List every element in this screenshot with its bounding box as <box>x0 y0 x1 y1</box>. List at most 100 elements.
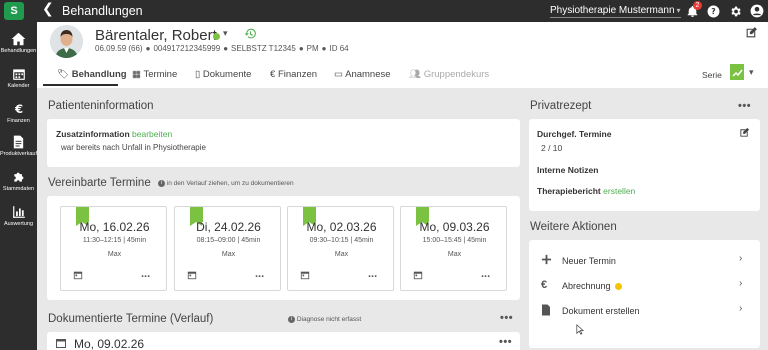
appointment-card[interactable]: Mo, 16.02.26 11:30–12:15 | 45min Max ... <box>60 206 167 291</box>
sidebar-item-label: Auswertung <box>3 221 34 227</box>
appointment-time: 11:30–12:15 | 45min <box>82 237 147 244</box>
status-indicator[interactable] <box>213 33 220 40</box>
patientinfo-title: Patienteninformation <box>48 100 154 112</box>
sidebar-item-label: Produktverkauf <box>0 151 37 157</box>
serie-flag-icon[interactable] <box>730 64 744 80</box>
vereinbarte-hint: i in den Verlauf ziehen, um zu dokumenti… <box>158 180 294 187</box>
home-icon <box>11 32 26 46</box>
calendar-icon[interactable] <box>73 270 83 282</box>
group-icon: 👥︎ <box>409 69 422 80</box>
sidebar-item-label: Behandlungen <box>0 48 37 54</box>
patient-birthdate: 06.09.59 (66) <box>95 44 143 53</box>
tab-gruppendekurs: 👥︎ Gruppendekurs <box>409 69 490 80</box>
practice-selector[interactable]: Physiotherapie Mustermann ▾ <box>550 5 681 18</box>
avatar-image <box>50 25 83 58</box>
help-icon: ? <box>707 5 719 17</box>
calendar-icon[interactable] <box>187 270 197 282</box>
more-options-icon[interactable]: ••• <box>738 100 751 112</box>
puzzle-icon <box>13 172 23 182</box>
app-logo[interactable]: S <box>4 2 24 20</box>
more-options-icon[interactable]: ... <box>368 268 377 280</box>
euro-icon: € <box>13 102 22 116</box>
bookmark-icon: 🏷︎ <box>57 69 70 80</box>
chevron-down-icon[interactable]: ▾ <box>749 67 754 78</box>
neuer-termin-action[interactable]: Neuer Termin › <box>529 249 760 274</box>
chevron-right-icon: › <box>739 303 743 314</box>
more-options-icon[interactable]: ... <box>481 268 490 280</box>
therapiebericht-label: Therapiebericht <box>537 186 601 196</box>
patient-meta: 06.09.59 (66) ● 004917212345999 ● SELBSTZ T1… <box>95 44 349 53</box>
more-options-icon[interactable]: ••• <box>499 336 512 348</box>
sidebar-item-produktverkauf[interactable]: Produktverkauf <box>0 135 37 157</box>
file-icon <box>541 304 551 318</box>
appointment-card[interactable]: Mo, 02.03.26 09:30–10:15 | 45min Max ... <box>287 206 394 291</box>
appointment-time: 15:00–15:45 | 45min <box>422 237 487 244</box>
settings-button[interactable] <box>727 3 743 19</box>
edit-icon[interactable] <box>739 127 750 140</box>
euro-icon: € <box>270 69 276 80</box>
calendar-icon <box>55 337 67 350</box>
therapiebericht-create-link[interactable]: erstellen <box>603 186 635 196</box>
chevron-down-icon[interactable]: ▾ <box>223 28 228 39</box>
file-icon: ▯ <box>195 69 201 80</box>
weitere-title: Weitere Aktionen <box>530 221 617 233</box>
sidebar-item-auswertung[interactable]: Auswertung <box>0 205 37 227</box>
help-button[interactable]: ? <box>705 3 721 19</box>
tab-anamnese[interactable]: ▭ Anamnese <box>334 69 391 80</box>
calendar-icon[interactable] <box>300 270 310 282</box>
more-options-icon[interactable]: ••• <box>500 312 513 324</box>
privatrezept-title: Privatrezept <box>530 100 592 112</box>
appointment-therapist: Max <box>107 251 122 258</box>
patient-type: PM <box>306 44 319 53</box>
therapiebericht-row: Therapiebericht erstellen <box>537 186 635 196</box>
action-label: Dokument erstellen <box>562 306 640 316</box>
active-tab-indicator <box>43 84 118 86</box>
patient-name: Bärentaler, Robert <box>95 27 217 44</box>
history-icon[interactable] <box>244 27 257 42</box>
info-icon: i <box>158 180 165 187</box>
more-options-icon[interactable]: ... <box>255 268 264 280</box>
tab-dokumente[interactable]: ▯ Dokumente <box>195 69 251 80</box>
dokument-erstellen-action[interactable]: Dokument erstellen › <box>529 299 760 324</box>
sidebar-item-finanzen[interactable]: € Finanzen <box>0 102 37 124</box>
dokumentierte-date: Mo, 09.02.26 <box>74 337 145 350</box>
info-icon: i <box>288 316 295 323</box>
abrechnung-action[interactable]: € Abrechnung › <box>529 274 760 299</box>
euro-icon: € <box>541 279 548 291</box>
sidebar-item-stammdaten[interactable]: Stammdaten <box>0 170 37 192</box>
calendar-icon[interactable] <box>413 270 423 282</box>
action-label: Neuer Termin <box>562 256 616 266</box>
action-label: Abrechnung <box>562 281 611 291</box>
patientinfo-card: Zusatzinformation bearbeiten war bereits… <box>47 119 520 167</box>
calendar-icon <box>12 69 25 80</box>
appointment-time: 09:30–10:15 | 45min <box>309 237 374 244</box>
patient-id: ID 64 <box>329 44 349 53</box>
sidebar-item-behandlungen[interactable]: Behandlungen <box>0 32 37 54</box>
tab-behandlung[interactable]: 🏷︎ Behandlung <box>57 69 127 80</box>
notizen-label: Interne Notizen <box>537 165 599 175</box>
zusatzinfo-text: war bereits nach Unfall in Physiotherapi… <box>61 143 206 152</box>
notification-button[interactable]: 2 <box>684 1 702 19</box>
patient-insurance: SELBSTZ T12345 <box>231 44 296 53</box>
account-button[interactable] <box>749 3 765 19</box>
durchgef-value: 2 / 10 <box>541 143 563 153</box>
edit-zusatzinfo-link[interactable]: bearbeiten <box>132 129 172 139</box>
sidebar-item-kalender[interactable]: Kalender <box>0 67 37 89</box>
privatrezept-card: Durchgef. Termine 2 / 10 Interne Notizen… <box>529 119 760 211</box>
dokumentierte-card: Mo, 09.02.26 ••• <box>47 332 520 350</box>
user-circle-icon <box>750 4 764 18</box>
back-icon[interactable]: ❮ <box>42 1 54 17</box>
page-title: Behandlungen <box>62 4 143 18</box>
status-badge <box>615 283 622 290</box>
tab-termine[interactable]: ▦ Termine <box>132 69 177 80</box>
appointment-date: Mo, 02.03.26 <box>306 220 377 234</box>
appointment-card[interactable]: Mo, 09.03.26 15:00–15:45 | 45min Max ... <box>400 206 507 291</box>
edit-icon[interactable] <box>745 26 758 41</box>
appointment-date: Mo, 16.02.26 <box>79 220 150 234</box>
appointment-card[interactable]: Di, 24.02.26 08:15–09:00 | 45min Max ... <box>174 206 281 291</box>
more-options-icon[interactable]: ... <box>141 268 150 280</box>
zusatzinfo-label: Zusatzinformation <box>56 129 130 139</box>
sidebar-item-label: Kalender <box>7 83 30 89</box>
tab-finanzen[interactable]: € Finanzen <box>270 69 317 80</box>
patient-phone: 004917212345999 <box>153 44 221 53</box>
